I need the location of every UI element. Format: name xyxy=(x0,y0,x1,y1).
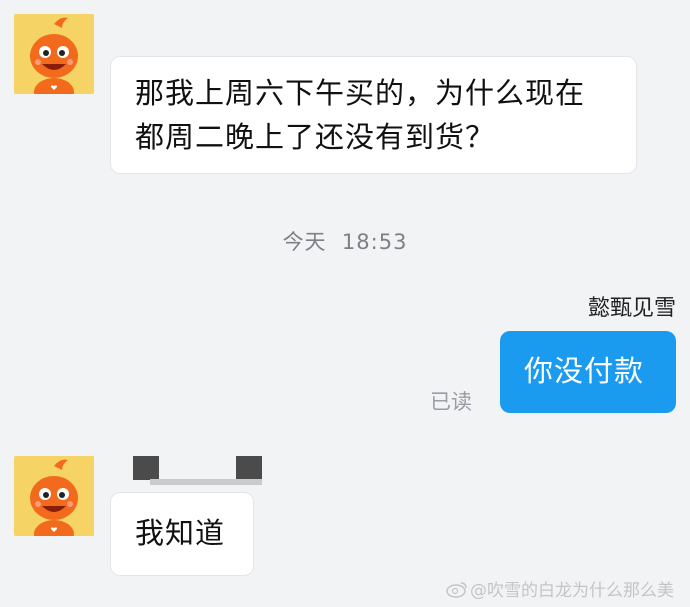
weibo-icon xyxy=(446,581,467,598)
outgoing-message-bubble[interactable]: 你没付款 xyxy=(500,331,676,413)
message-text: 我知道 xyxy=(135,516,226,550)
contact-avatar[interactable] xyxy=(14,14,94,94)
message-text-line: 都周二晚上了还没有到货？ xyxy=(135,120,496,154)
redacted-bar xyxy=(150,479,262,485)
message-text: 你没付款 xyxy=(524,354,645,388)
orange-mascot-icon xyxy=(14,14,94,94)
redacted-block xyxy=(133,456,159,480)
read-status: 已读 xyxy=(430,390,472,414)
sender-name: 懿甄见雪 xyxy=(587,296,676,321)
incoming-message-bubble[interactable]: 那我上周六下午买的，为什么现在 都周二晚上了还没有到货？ xyxy=(110,56,637,174)
contact-avatar[interactable] xyxy=(14,456,94,536)
orange-mascot-icon xyxy=(14,456,94,536)
watermark: @吹雪的白龙为什么那么美 xyxy=(446,576,674,601)
timestamp-label: 今天 18:53 xyxy=(282,230,408,254)
chat-window: { "messages": [ { "direction": "incoming… xyxy=(0,0,690,607)
watermark-text: @吹雪的白龙为什么那么美 xyxy=(470,581,674,601)
incoming-message-bubble[interactable]: 我知道 xyxy=(110,492,254,576)
redacted-block xyxy=(236,456,262,480)
message-text-line: 那我上周六下午买的，为什么现在 xyxy=(135,76,586,110)
